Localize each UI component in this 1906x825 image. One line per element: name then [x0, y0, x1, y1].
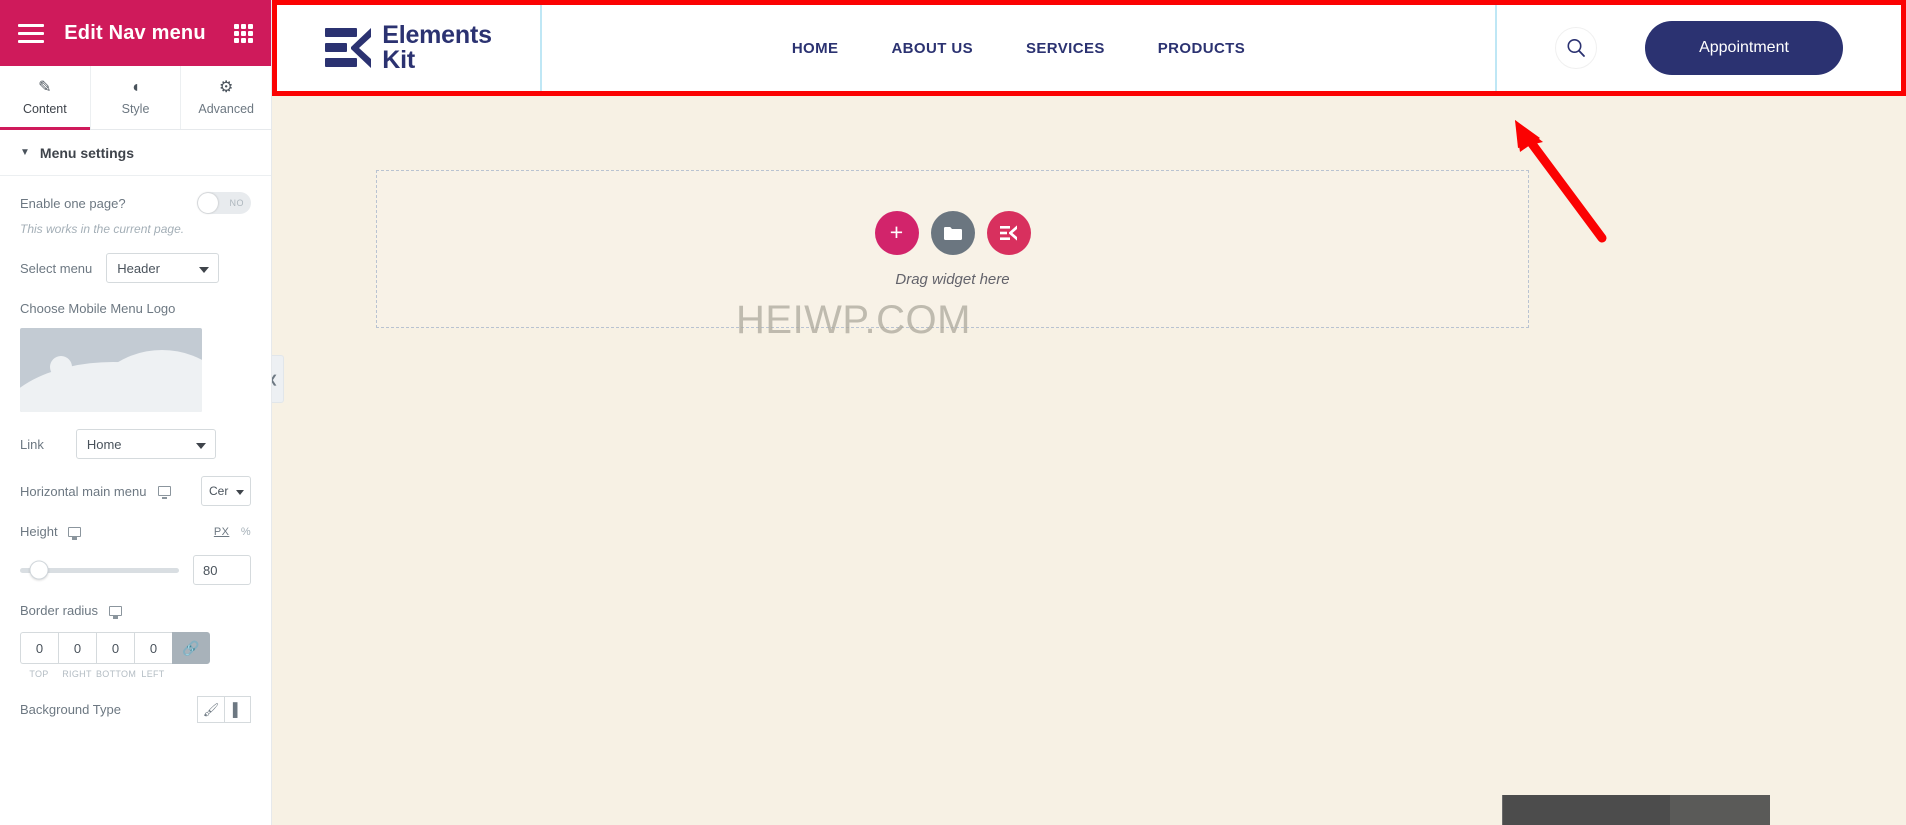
pencil-icon: ✎: [38, 78, 52, 96]
border-radius-inputs: 0 0 0 0 🔗: [20, 632, 251, 664]
desktop-monitor-icon[interactable]: [158, 486, 172, 499]
bottom-bar-segment-left: [1503, 795, 1670, 825]
enable-one-page-label: Enable one page?: [20, 195, 126, 211]
control-height: Height PX % 80: [20, 523, 251, 585]
control-background-type: Background Type 🖌 ▌: [20, 696, 251, 723]
height-label: Height: [20, 524, 58, 539]
editor-canvas: ❮ Elements Kit: [272, 0, 1906, 825]
logo-line-1: Elements: [382, 20, 492, 49]
placeholder-sun-icon: [50, 356, 72, 378]
select-menu-value: Header: [117, 260, 160, 276]
label-top: TOP: [29, 669, 49, 679]
panel-header: Edit Nav menu: [0, 0, 271, 66]
logo-line-2: Kit: [382, 46, 415, 74]
mobile-logo-preview[interactable]: [20, 328, 202, 412]
link-dropdown[interactable]: Home: [75, 429, 216, 459]
nav-item-home[interactable]: HOME: [792, 40, 839, 57]
main-navigation: HOME ABOUT US SERVICES PRODUCTS: [542, 5, 1495, 91]
tab-advanced[interactable]: ⚙ Advanced: [181, 66, 271, 129]
dropzone-label: Drag widget here: [895, 270, 1010, 288]
drag-widget-dropzone[interactable]: + Drag widget here: [376, 170, 1529, 328]
section-title: Menu settings: [39, 144, 135, 161]
enable-one-page-hint: This works in the current page.: [20, 222, 185, 236]
unit-px[interactable]: PX: [214, 526, 229, 538]
control-horizontal-main-menu: Horizontal main menu Cer: [20, 476, 251, 506]
height-slider[interactable]: [20, 560, 179, 580]
dropzone-buttons: +: [874, 210, 1031, 255]
logo-text: Elements Kit: [382, 20, 492, 74]
nav-item-products[interactable]: PRODUCTS: [1158, 40, 1245, 57]
tab-content[interactable]: ✎ Content: [0, 66, 91, 130]
tab-content-label: Content: [22, 101, 67, 116]
link-label: Link: [20, 436, 44, 452]
control-select-menu: Select menu Header: [20, 253, 251, 283]
border-radius-left-input[interactable]: 0: [134, 632, 172, 664]
grid-apps-icon[interactable]: [234, 23, 253, 43]
border-radius-side-labels: TOP RIGHT BOTTOM LEFT: [20, 669, 251, 679]
gradient-icon[interactable]: ▌: [224, 696, 251, 723]
link-chain-icon[interactable]: 🔗: [172, 632, 210, 664]
panel-tabs: ✎ Content ◖ Style ⚙ Advanced: [0, 66, 271, 130]
header-logo-area[interactable]: Elements Kit: [277, 5, 542, 91]
plus-icon[interactable]: +: [874, 210, 919, 255]
site-header: Elements Kit HOME ABOUT US SERVICES PROD…: [277, 5, 1901, 91]
horizontal-align-dropdown[interactable]: Cer: [201, 476, 251, 506]
select-menu-dropdown[interactable]: Header: [106, 253, 220, 283]
chevron-down-icon: ▼: [20, 147, 30, 158]
elementskit-icon[interactable]: [986, 210, 1031, 255]
horizontal-main-menu-label: Horizontal main menu: [20, 483, 147, 499]
tab-style[interactable]: ◖ Style: [91, 66, 182, 129]
background-type-buttons: 🖌 ▌: [197, 696, 251, 723]
enable-one-page-toggle[interactable]: NO: [197, 192, 251, 214]
nav-item-about-us[interactable]: ABOUT US: [891, 40, 973, 57]
border-radius-bottom-input[interactable]: 0: [96, 632, 134, 664]
background-type-label: Background Type: [20, 702, 121, 717]
control-border-radius: Border radius 0 0 0 0 🔗 TOP RIGHT BOTTOM…: [20, 602, 251, 679]
bottom-bar-segment-right: [1670, 795, 1770, 825]
height-units: PX %: [206, 526, 251, 538]
toggle-value: NO: [229, 198, 244, 208]
select-menu-label: Select menu: [20, 260, 93, 276]
toggle-knob: [198, 193, 218, 213]
placeholder-hill-shape-2: [81, 350, 202, 412]
tab-style-label: Style: [121, 101, 150, 116]
appointment-button[interactable]: Appointment: [1645, 21, 1843, 75]
nav-item-services[interactable]: SERVICES: [1026, 40, 1105, 57]
label-right: RIGHT: [62, 669, 92, 679]
panel-collapse-toggle[interactable]: ❮: [272, 355, 284, 403]
page-title: Edit Nav menu: [64, 21, 206, 44]
folder-icon[interactable]: [930, 210, 975, 255]
mobile-logo-label: Choose Mobile Menu Logo: [20, 301, 176, 316]
editor-bottom-bar[interactable]: [1502, 795, 1770, 825]
editor-sidebar-panel: Edit Nav menu ✎ Content ◖ Style ⚙ Advanc…: [0, 0, 272, 825]
unit-percent[interactable]: %: [241, 526, 251, 538]
border-radius-top-input[interactable]: 0: [20, 632, 58, 664]
panel-body: Enable one page? NO This works in the cu…: [0, 176, 271, 770]
control-mobile-logo: Choose Mobile Menu Logo: [20, 300, 251, 412]
border-radius-label: Border radius: [20, 603, 99, 618]
horizontal-align-value: Cer: [209, 484, 229, 498]
height-input[interactable]: 80: [193, 555, 251, 585]
height-slider-handle[interactable]: [29, 560, 49, 580]
paint-brush-icon[interactable]: 🖌: [197, 696, 224, 723]
gear-icon: ⚙: [219, 78, 234, 96]
label-bottom: BOTTOM: [96, 669, 137, 679]
link-value: Home: [86, 436, 122, 452]
control-link: Link Home: [20, 429, 251, 459]
label-left: LEFT: [141, 669, 165, 679]
desktop-monitor-icon-radius[interactable]: [108, 605, 122, 619]
control-enable-one-page: Enable one page? NO This works in the cu…: [20, 192, 251, 236]
border-radius-right-input[interactable]: 0: [58, 632, 96, 664]
ek-logo-icon: [325, 26, 372, 70]
desktop-monitor-icon-height[interactable]: [68, 526, 82, 540]
section-menu-settings[interactable]: ▼ Menu settings: [0, 130, 271, 176]
chevron-left-icon: ❮: [272, 373, 278, 386]
header-widget-region: Elements Kit HOME ABOUT US SERVICES PROD…: [272, 0, 1906, 96]
contrast-circle-icon: ◖: [130, 78, 141, 96]
search-icon[interactable]: [1555, 27, 1598, 69]
tab-advanced-label: Advanced: [198, 101, 254, 116]
elementor-editor: Edit Nav menu ✎ Content ◖ Style ⚙ Advanc…: [0, 0, 1906, 825]
elementskit-logo[interactable]: Elements Kit: [325, 20, 492, 74]
header-actions: Appointment: [1495, 5, 1901, 91]
